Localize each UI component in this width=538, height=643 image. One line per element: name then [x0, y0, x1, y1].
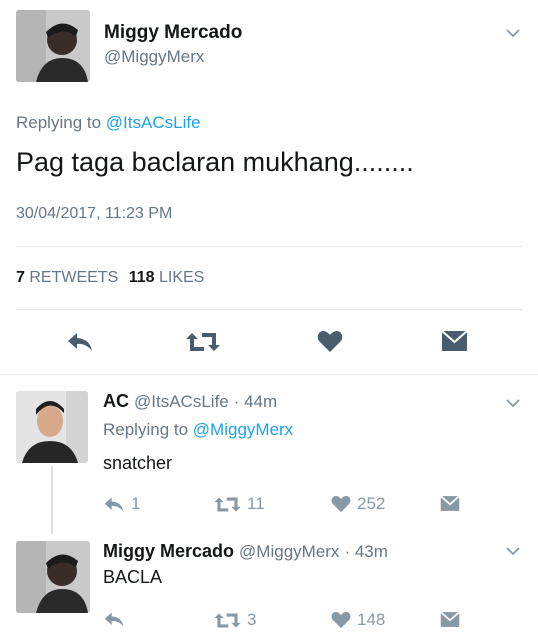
message-icon[interactable] [440, 495, 460, 512]
chevron-down-icon[interactable] [506, 29, 520, 37]
retweet-button[interactable]: 3 [214, 610, 256, 630]
retweets-label[interactable]: RETWEETS [29, 269, 118, 286]
author-handle[interactable]: @MiggyMerx [239, 542, 339, 561]
heart-icon[interactable] [317, 330, 343, 353]
reply-icon [103, 611, 125, 628]
author-name[interactable]: Miggy Mercado [104, 22, 242, 44]
avatar[interactable] [16, 10, 90, 82]
likes-label[interactable]: LIKES [159, 269, 204, 286]
retweet-button[interactable]: 11 [214, 494, 265, 514]
message-icon[interactable] [440, 611, 460, 628]
heart-icon [331, 611, 351, 629]
chevron-down-icon[interactable] [506, 399, 520, 407]
heart-icon [331, 495, 351, 513]
retweet-count: 3 [247, 610, 257, 629]
reply-icon [103, 496, 125, 513]
reply-icon[interactable] [66, 331, 94, 353]
tweet-age[interactable]: · 44m [234, 392, 277, 411]
retweet-icon[interactable] [186, 331, 220, 353]
like-count: 252 [357, 494, 386, 513]
reply-header: AC @ItsACsLife · 44m [103, 391, 277, 412]
chevron-down-icon[interactable] [506, 547, 520, 555]
retweet-count: 11 [247, 494, 265, 513]
replying-to: Replying to @ItsACsLife [16, 113, 201, 133]
replying-to-link[interactable]: @ItsACsLife [106, 113, 201, 132]
author-name[interactable]: AC [103, 391, 129, 411]
reply-text: BACLA [103, 567, 163, 587]
tweet-text: Pag taga baclaran mukhang........ [16, 147, 414, 177]
reply-text: snatcher [103, 453, 173, 473]
replying-prefix: Replying to [16, 113, 102, 132]
retweet-icon [214, 612, 241, 629]
like-button[interactable]: 148 [331, 610, 385, 630]
thread-line [51, 466, 53, 534]
reply-header: Miggy Mercado @MiggyMerx · 43m [103, 541, 388, 562]
message-icon[interactable] [441, 330, 468, 352]
replying-to: Replying to @MiggyMerx [103, 420, 293, 440]
reply-count: 1 [131, 494, 141, 513]
author-handle[interactable]: @ItsACsLife [134, 392, 229, 411]
reply-button[interactable] [103, 611, 125, 628]
like-count: 148 [357, 610, 386, 629]
retweet-icon [214, 496, 241, 513]
retweets-count[interactable]: 7 [16, 269, 25, 286]
author-handle[interactable]: @MiggyMerx [104, 47, 204, 67]
engagement-stats: 7 RETWEETS 118 LIKES [16, 269, 204, 287]
replying-to-link[interactable]: @MiggyMerx [193, 420, 293, 439]
avatar[interactable] [16, 541, 90, 613]
replying-prefix: Replying to [103, 420, 189, 439]
tweet-timestamp[interactable]: 30/04/2017, 11:23 PM [16, 205, 172, 223]
author-name[interactable]: Miggy Mercado [103, 541, 234, 561]
tweet-age[interactable]: · 43m [344, 542, 387, 561]
reply-button[interactable]: 1 [103, 494, 140, 514]
like-button[interactable]: 252 [331, 494, 385, 514]
likes-count[interactable]: 118 [129, 269, 155, 286]
avatar[interactable] [16, 391, 88, 463]
